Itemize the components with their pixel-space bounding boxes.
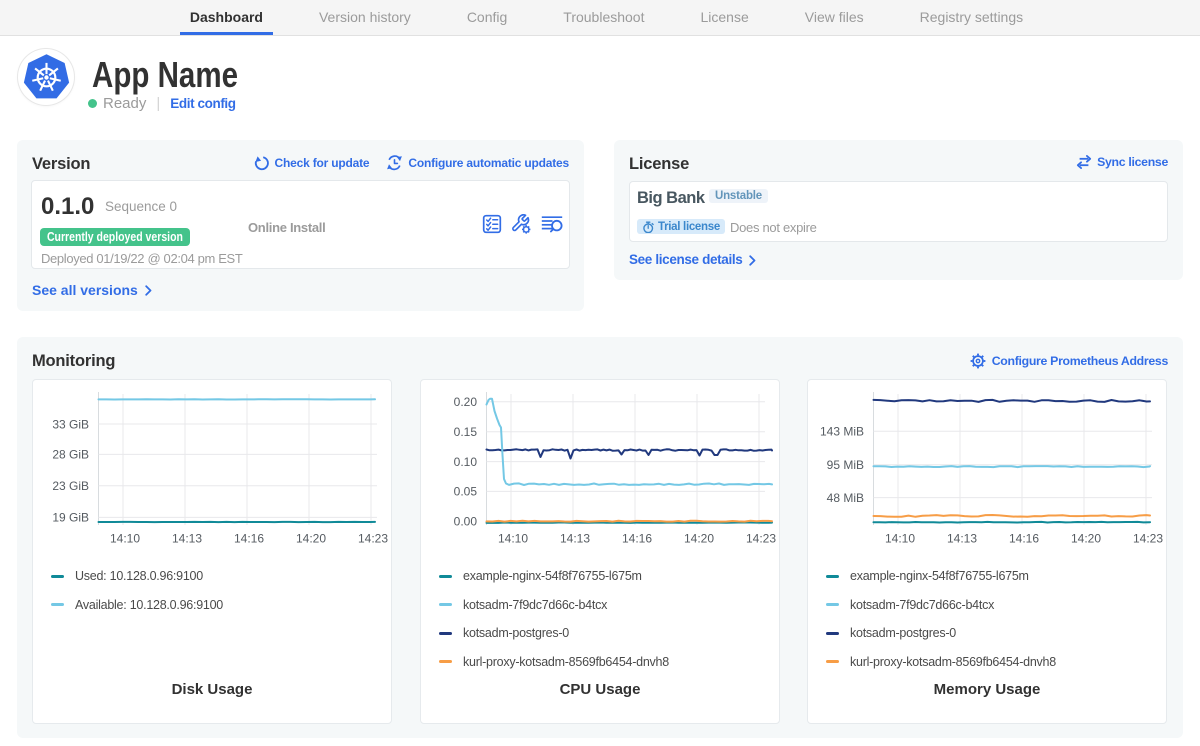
svg-text:0.10: 0.10 [454, 455, 478, 469]
svg-text:28 GiB: 28 GiB [52, 448, 89, 462]
svg-text:143 MiB: 143 MiB [820, 425, 864, 439]
svg-text:14:23: 14:23 [746, 532, 776, 546]
svg-text:0.20: 0.20 [454, 395, 478, 409]
svg-text:14:10: 14:10 [110, 532, 140, 546]
svg-text:14:20: 14:20 [1071, 532, 1101, 546]
svg-text:14:13: 14:13 [947, 532, 977, 546]
svg-text:14:16: 14:16 [1009, 532, 1039, 546]
svg-text:0.05: 0.05 [454, 485, 478, 499]
svg-text:14:20: 14:20 [296, 532, 326, 546]
svg-text:0.00: 0.00 [454, 515, 478, 529]
svg-text:19 GiB: 19 GiB [52, 511, 89, 525]
svg-text:14:16: 14:16 [234, 532, 264, 546]
svg-text:14:23: 14:23 [358, 532, 388, 546]
svg-text:33 GiB: 33 GiB [52, 417, 89, 431]
svg-text:14:16: 14:16 [622, 532, 652, 546]
svg-text:14:20: 14:20 [684, 532, 714, 546]
svg-text:14:10: 14:10 [498, 532, 528, 546]
svg-text:48 MiB: 48 MiB [827, 491, 864, 505]
svg-text:23 GiB: 23 GiB [52, 479, 89, 493]
svg-text:95 MiB: 95 MiB [827, 458, 864, 472]
svg-text:14:10: 14:10 [885, 532, 915, 546]
svg-text:0.15: 0.15 [454, 425, 478, 439]
svg-text:14:13: 14:13 [560, 532, 590, 546]
svg-text:14:13: 14:13 [172, 532, 202, 546]
svg-text:14:23: 14:23 [1133, 532, 1163, 546]
